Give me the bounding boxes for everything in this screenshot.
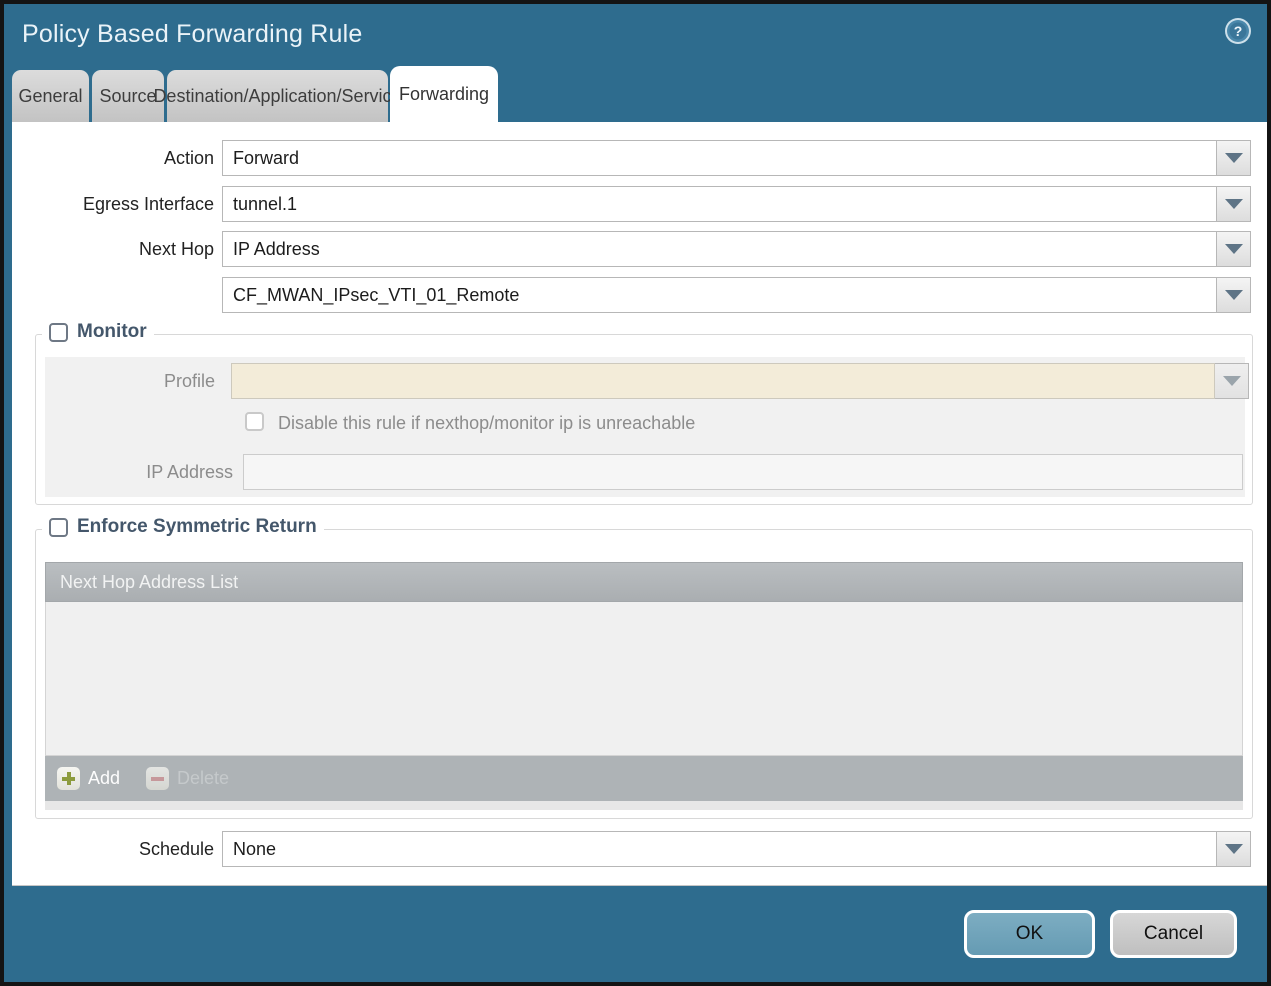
help-icon[interactable]: ? (1224, 17, 1252, 45)
dialog-footer: OK Cancel (4, 886, 1267, 982)
tab-forwarding[interactable]: Forwarding (391, 67, 497, 122)
schedule-label: Schedule (138, 839, 214, 859)
profile-label: Profile (163, 371, 215, 391)
symmetric-return-checkbox[interactable] (49, 517, 68, 537)
monitor-checkbox[interactable] (49, 322, 68, 342)
next-hop-input[interactable] (222, 231, 1217, 267)
tab-general[interactable]: General (12, 70, 89, 122)
egress-interface-label: Egress Interface (82, 194, 214, 214)
next-hop-combo (222, 231, 1251, 267)
chevron-down-icon (1224, 244, 1243, 254)
forwarding-tab-panel: Action Egress Interface Next Hop (12, 122, 1267, 886)
schedule-input[interactable] (222, 831, 1217, 867)
symmetric-return-group: Enforce Symmetric Return Next Hop Addres… (35, 516, 1253, 819)
next-hop-address-combo (222, 277, 1251, 313)
schedule-dropdown-trigger[interactable] (1217, 831, 1251, 867)
next-hop-address-dropdown-trigger[interactable] (1217, 277, 1251, 313)
profile-input (231, 363, 1215, 399)
egress-interface-combo (222, 186, 1251, 222)
chevron-down-icon (1224, 290, 1243, 300)
symmetric-return-legend-label: Enforce Symmetric Return (77, 516, 317, 537)
tab-strip: General Source Destination/Application/S… (12, 67, 497, 122)
minus-icon (146, 767, 170, 790)
delete-button: Delete (146, 767, 229, 790)
symmetric-return-legend: Enforce Symmetric Return (42, 516, 324, 538)
next-hop-address-grid: Next Hop Address List Add Delete (45, 562, 1243, 810)
disable-rule-label: Disable this rule if nexthop/monitor ip … (278, 413, 696, 433)
next-hop-dropdown-trigger[interactable] (1217, 231, 1251, 267)
monitor-legend-label: Monitor (77, 321, 147, 342)
chevron-down-icon (1222, 376, 1241, 386)
next-hop-label: Next Hop (138, 239, 214, 259)
grid-footer-strip (45, 801, 1243, 810)
grid-toolbar: Add Delete (45, 756, 1243, 801)
profile-dropdown-trigger (1215, 363, 1249, 399)
monitor-ip-address-input (243, 454, 1243, 490)
grid-column-header[interactable]: Next Hop Address List (45, 562, 1243, 602)
cancel-button[interactable]: Cancel (1110, 910, 1237, 958)
action-dropdown-trigger[interactable] (1217, 140, 1251, 176)
chevron-down-icon (1224, 153, 1243, 163)
dialog-titlebar: Policy Based Forwarding Rule ? (4, 4, 1267, 66)
chevron-down-icon (1224, 199, 1243, 209)
disable-rule-checkbox (245, 412, 264, 431)
egress-interface-input[interactable] (222, 186, 1217, 222)
dialog-title: Policy Based Forwarding Rule (22, 20, 363, 48)
tab-destination-application-service[interactable]: Destination/Application/Service (153, 70, 402, 122)
action-label: Action (163, 148, 214, 168)
action-input[interactable] (222, 140, 1217, 176)
schedule-combo (222, 831, 1251, 867)
chevron-down-icon (1224, 844, 1243, 854)
next-hop-address-input[interactable] (222, 277, 1217, 313)
ok-button[interactable]: OK (964, 910, 1095, 958)
egress-interface-dropdown-trigger[interactable] (1217, 186, 1251, 222)
monitor-legend: Monitor (42, 321, 154, 343)
action-combo (222, 140, 1251, 176)
grid-body[interactable] (45, 602, 1243, 756)
monitor-group: Monitor Profile Disable this rule if nex… (35, 321, 1253, 505)
plus-icon (57, 767, 80, 790)
monitor-ip-address-label: IP Address (146, 462, 233, 482)
monitor-panel: Profile Disable this rule if nexthop/mon… (45, 357, 1249, 497)
policy-based-forwarding-dialog: Policy Based Forwarding Rule ? General S… (0, 0, 1271, 986)
add-button[interactable]: Add (57, 767, 120, 790)
svg-text:?: ? (1234, 23, 1243, 39)
